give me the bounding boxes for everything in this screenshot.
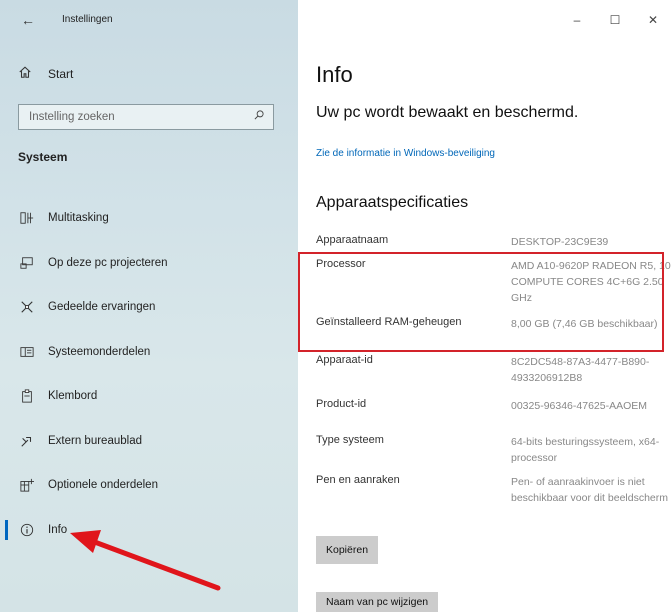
spec-key: Processor: [316, 258, 366, 270]
copy-button[interactable]: Kopiëren: [316, 536, 379, 564]
window-controls: – ☐ ✕: [558, 0, 672, 40]
sidebar-item-label: Info: [48, 523, 68, 536]
clipboard-icon: [20, 389, 34, 403]
security-link[interactable]: Zie de informatie in Windows-beveiliging: [316, 148, 495, 159]
spec-key: Apparaatnaam: [316, 234, 389, 246]
minimize-icon[interactable]: –: [558, 0, 596, 40]
protection-status: Uw pc wordt bewaakt en beschermd.: [316, 104, 579, 121]
home-button[interactable]: Start: [18, 60, 73, 88]
multitasking-icon: [20, 211, 34, 225]
sidebar-item-label: Extern bureaublad: [48, 434, 142, 447]
spec-value: 64-bits besturingssysteem, x64-processor: [511, 436, 660, 464]
remote-desktop-icon: [20, 434, 34, 448]
spec-key: Pen en aanraken: [316, 474, 400, 486]
spec-key: Apparaat-id: [316, 354, 373, 366]
main-content: – ☐ ✕ Info Uw pc wordt bewaakt en besche…: [298, 0, 672, 612]
search-box[interactable]: [18, 104, 274, 130]
spec-value: AMD A10-9620P RADEON R5, 10 COMPUTE CORE…: [511, 260, 671, 304]
back-arrow-icon[interactable]: ←: [18, 10, 38, 30]
search-icon[interactable]: [253, 108, 265, 126]
rename-pc-button[interactable]: Naam van pc wijzigen: [316, 592, 439, 612]
spec-value: 00325-96346-47625-AAOEM: [511, 400, 648, 412]
app-title: Instellingen: [62, 14, 113, 25]
specs-title: Apparaatspecificaties: [316, 194, 469, 211]
shared-experiences-icon: [20, 300, 34, 314]
sidebar-item-label: Optionele onderdelen: [48, 479, 158, 492]
spec-key: Type systeem: [316, 434, 384, 446]
title-bar: ← Instellingen: [0, 0, 298, 40]
spec-value: 8C2DC548-87A3-4477-B890-4933206912B8: [511, 356, 650, 384]
maximize-icon[interactable]: ☐: [596, 0, 634, 40]
sidebar-item-label: Multitasking: [48, 212, 109, 225]
sidebar-item-optional-features[interactable]: Optionele onderdelen: [0, 463, 298, 508]
home-icon: [18, 65, 32, 84]
sidebar-item-system-components[interactable]: Systeemonderdelen: [0, 330, 298, 375]
spec-value: 8,00 GB (7,46 GB beschikbaar): [511, 318, 658, 330]
sidebar-item-label: Gedeelde ervaringen: [48, 301, 156, 314]
search-input[interactable]: [27, 110, 253, 124]
spec-key: Product-id: [316, 398, 367, 410]
section-title: Systeem: [18, 150, 68, 164]
close-icon[interactable]: ✕: [634, 0, 672, 40]
sidebar-item-multitasking[interactable]: Multitasking: [0, 196, 298, 241]
project-icon: [20, 256, 34, 270]
sidebar-item-info[interactable]: Info: [0, 508, 298, 553]
sidebar-item-remote-desktop[interactable]: Extern bureaublad: [0, 419, 298, 464]
home-label: Start: [48, 67, 74, 81]
optional-features-icon: [20, 478, 34, 492]
spec-key: Geïnstalleerd RAM-geheugen: [316, 316, 462, 328]
spec-value: DESKTOP-23C9E39: [511, 236, 609, 248]
sidebar-item-label: Klembord: [48, 390, 98, 403]
sidebar-item-label: Op deze pc projecteren: [48, 256, 168, 269]
sidebar: ← Instellingen Start Systeem Multitaskin…: [0, 0, 298, 612]
info-icon: [20, 523, 34, 537]
spec-value: Pen- of aanraakinvoer is niet beschikbaa…: [511, 476, 668, 504]
sidebar-nav: Multitasking Op deze pc projecteren Gede…: [0, 196, 298, 552]
page-title: Info: [316, 62, 353, 87]
system-components-icon: [20, 345, 34, 359]
sidebar-item-label: Systeemonderdelen: [48, 345, 151, 358]
sidebar-item-shared-experiences[interactable]: Gedeelde ervaringen: [0, 285, 298, 330]
sidebar-item-project[interactable]: Op deze pc projecteren: [0, 241, 298, 286]
sidebar-item-clipboard[interactable]: Klembord: [0, 374, 298, 419]
